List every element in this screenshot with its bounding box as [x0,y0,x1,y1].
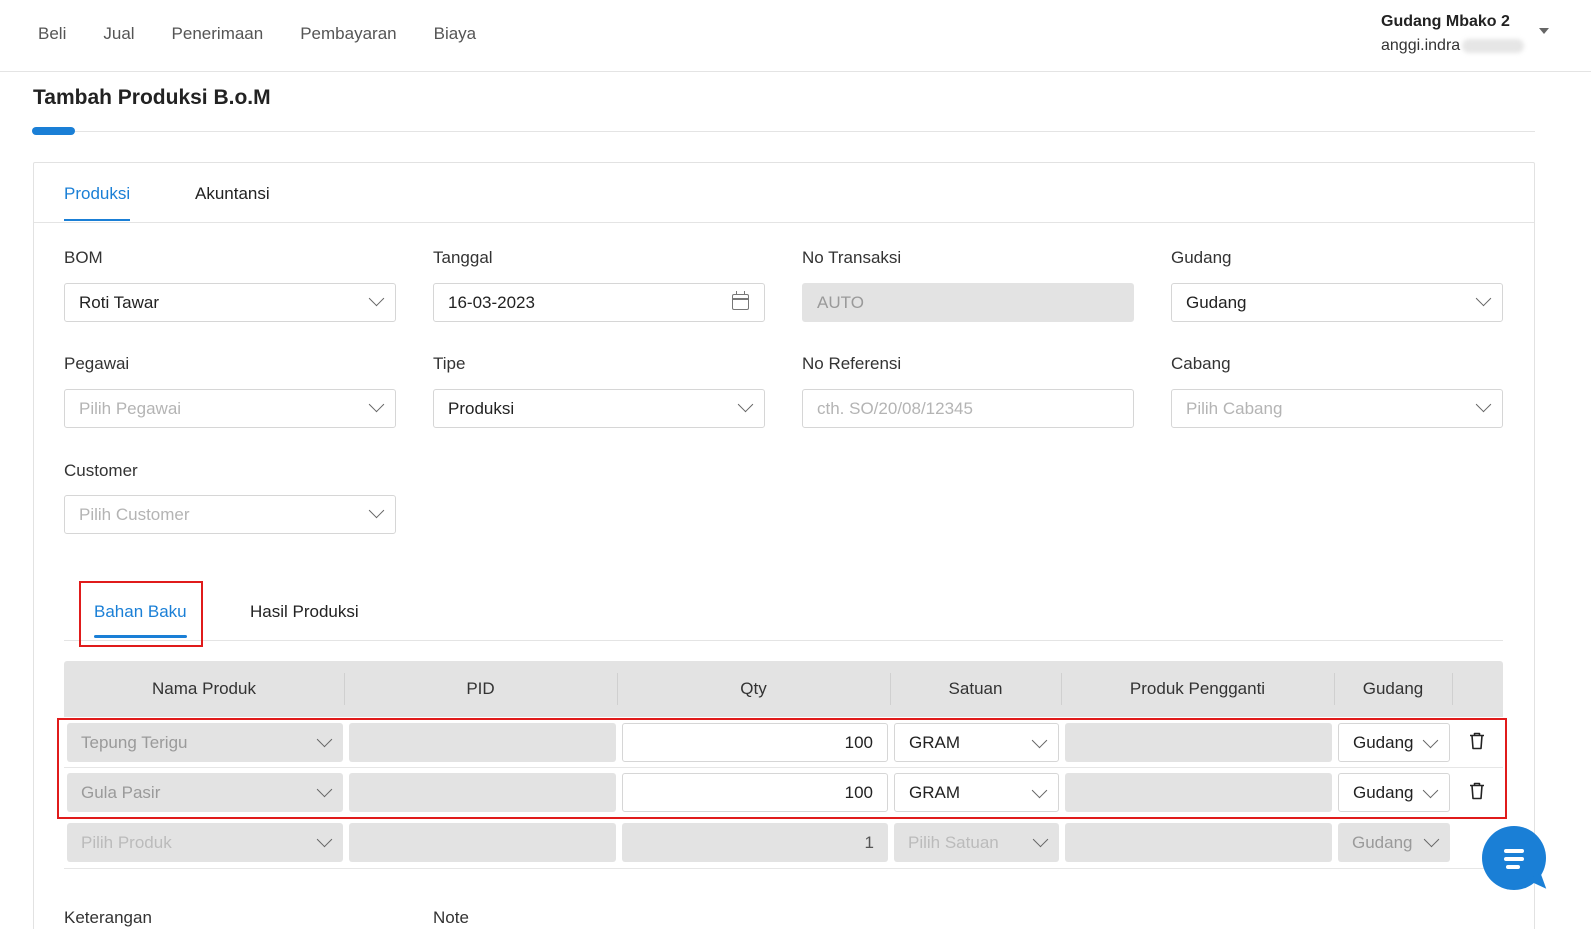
cabang-label: Cabang [1171,354,1231,373]
tanggal-value: 16-03-2023 [448,292,535,312]
gudang-label: Gudang [1171,248,1232,267]
bom-label: BOM [64,248,103,267]
chevron-down-icon [1423,831,1440,848]
new-qty-input[interactable]: 1 [622,823,888,862]
chevron-down-icon [368,396,385,413]
chevron-down-icon [1475,290,1492,307]
top-tabs: Produksi Akuntansi [34,163,1534,223]
pengganti-cell [1065,823,1332,862]
form-card: Produksi Akuntansi BOM Roti Tawar Tangga… [33,162,1535,929]
title-accent-bar [32,127,75,135]
tanggal-label: Tanggal [433,248,493,267]
tab-produksi[interactable]: Produksi [64,182,131,221]
column-header: Qty [740,679,767,698]
tab-hasil-produksi[interactable]: Hasil Produksi [250,600,359,624]
subtabs-divider [64,640,1503,641]
menu-lines-icon [1504,857,1524,861]
menu-jual[interactable]: Jual [103,22,134,46]
table-header: Nama Produk PID Qty Satuan Produk Pengga… [64,661,1503,717]
store-name: Gudang Mbako 2 [1381,13,1510,30]
chevron-down-icon [368,290,385,307]
pegawai-select[interactable]: Pilih Pegawai [64,389,396,428]
menu-beli[interactable]: Beli [38,22,66,46]
no-transaksi-value: AUTO [817,292,864,312]
column-header: Gudang [1362,679,1424,698]
column-header: PID [466,679,495,698]
menu-pembayaran[interactable]: Pembayaran [300,22,396,46]
pegawai-placeholder: Pilih Pegawai [79,398,182,418]
calendar-icon[interactable] [732,291,749,310]
menu-lines-icon [1506,865,1520,869]
tanggal-input[interactable]: 16-03-2023 [433,283,765,322]
chevron-down-icon [737,396,754,413]
gudang-select[interactable]: Gudang [1171,283,1503,322]
no-referensi-placeholder: cth. SO/20/08/12345 [817,398,973,418]
user-email-row: anggi.indra [1381,34,1525,58]
highlight-box [79,581,203,647]
divider [64,868,1503,869]
chevron-down-icon [1475,396,1492,413]
pid-cell [349,823,616,862]
column-header: Satuan [948,679,1003,698]
column-header: Produk Pengganti [1129,679,1266,698]
no-referensi-input[interactable]: cth. SO/20/08/12345 [802,389,1134,428]
chevron-down-icon [1032,831,1049,848]
main-menu: Beli Jual Penerimaan Pembayaran Biaya [38,22,513,46]
redacted-text [1462,39,1525,53]
no-referensi-label: No Referensi [802,354,902,373]
tipe-label: Tipe [433,354,466,373]
bom-select[interactable]: Roti Tawar [64,283,396,322]
chat-button[interactable] [1482,826,1547,895]
new-satuan-select[interactable]: Pilih Satuan [894,823,1059,862]
no-transaksi-input: AUTO [802,283,1134,322]
bom-value: Roti Tawar [79,292,159,312]
tipe-select[interactable]: Produksi [433,389,765,428]
gudang-value: Gudang [1186,292,1247,312]
menu-lines-icon [1504,849,1524,853]
tab-akuntansi[interactable]: Akuntansi [195,182,270,206]
new-qty-value: 1 [864,832,874,852]
chevron-down-icon[interactable] [1539,28,1549,34]
customer-placeholder: Pilih Customer [79,504,190,524]
highlight-box [57,718,1507,819]
menu-penerimaan[interactable]: Penerimaan [172,22,264,46]
tipe-value: Produksi [448,398,515,418]
no-transaksi-label: No Transaksi [802,248,902,267]
top-nav: Beli Jual Penerimaan Pembayaran Biaya Gu… [0,0,1591,72]
customer-select[interactable]: Pilih Customer [64,495,396,534]
menu-biaya[interactable]: Biaya [434,22,477,46]
new-produk-select[interactable]: Pilih Produk [67,823,343,862]
divider [1452,673,1453,705]
new-gudang-select[interactable]: Gudang [1338,823,1450,862]
page-title: Tambah Produksi B.o.M [33,86,271,109]
cabang-placeholder: Pilih Cabang [1186,398,1283,418]
column-header: Nama Produk [152,679,256,698]
chevron-down-icon [316,831,333,848]
divider [75,131,1535,132]
note-label: Note [433,908,469,927]
new-satuan-placeholder: Pilih Satuan [908,832,999,852]
cabang-select[interactable]: Pilih Cabang [1171,389,1503,428]
new-produk-placeholder: Pilih Produk [81,832,172,852]
new-gudang-value: Gudang [1352,832,1413,852]
user-menu[interactable]: Gudang Mbako 2 anggi.indra [1381,10,1549,58]
keterangan-label: Keterangan [64,908,152,927]
chevron-down-icon [368,502,385,519]
customer-label: Customer [64,461,138,480]
user-email: anggi.indra [1381,37,1461,54]
pegawai-label: Pegawai [64,354,130,373]
